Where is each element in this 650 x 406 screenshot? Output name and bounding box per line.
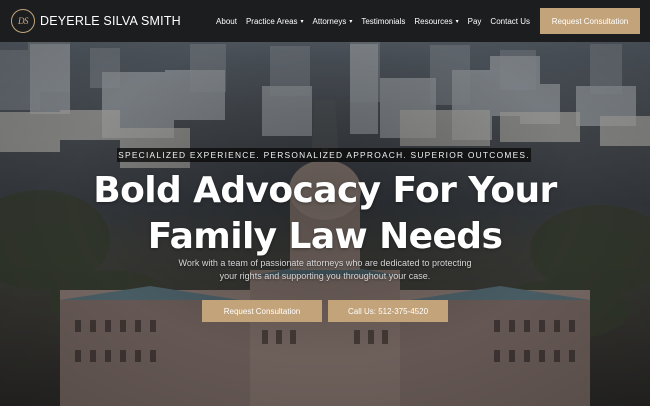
nav-item-label: Resources — [414, 16, 453, 26]
chevron-down-icon: ▾ — [455, 18, 459, 25]
hero-headline: Bold Advocacy For Your Family Law Needs — [40, 168, 610, 260]
nav-item-practice-areas[interactable]: Practice Areas ▾ — [246, 17, 304, 26]
logo-monogram-icon: DS — [11, 9, 35, 33]
nav-item-label: Attorneys — [312, 16, 347, 26]
logo-monogram-text: DS — [18, 16, 29, 26]
hero-call-us-button[interactable]: Call Us: 512-375-4520 — [328, 300, 448, 322]
nav-item-testimonials[interactable]: Testimonials — [361, 17, 405, 26]
nav-item-label: Practice Areas — [245, 16, 298, 26]
nav-item-pay[interactable]: Pay — [468, 17, 482, 26]
site-header: DS DEYERLE SILVA SMITH About Practice Ar… — [0, 0, 650, 42]
nav-item-about[interactable]: About — [216, 17, 237, 26]
nav-item-label: Pay — [467, 16, 482, 26]
nav-item-label: Contact Us — [490, 16, 530, 26]
nav-item-attorneys[interactable]: Attorneys ▾ — [313, 17, 353, 26]
nav-item-contact-us[interactable]: Contact Us — [490, 17, 530, 26]
main-nav: About Practice Areas ▾ Attorneys ▾ Testi… — [207, 8, 640, 34]
nav-item-resources[interactable]: Resources ▾ — [414, 17, 458, 26]
nav-item-label: About — [216, 16, 237, 26]
hero-tagline: SPECIALIZED EXPERIENCE. PERSONALIZED APP… — [117, 148, 531, 162]
site-logo[interactable]: DS DEYERLE SILVA SMITH — [11, 9, 181, 33]
hero-subtext: Work with a team of passionate attorneys… — [150, 257, 500, 283]
hero-subtext-line-2: your rights and supporting you throughou… — [219, 271, 431, 281]
chevron-down-icon: ▾ — [349, 18, 353, 25]
hero-request-consultation-button[interactable]: Request Consultation — [202, 300, 322, 322]
header-request-consultation-button[interactable]: Request Consultation — [540, 8, 640, 34]
nav-item-label: Testimonials — [361, 16, 406, 26]
logo-wordmark: DEYERLE SILVA SMITH — [40, 14, 181, 28]
hero-headline-line-2: Family Law Needs — [147, 216, 503, 257]
hero-subtext-line-1: Work with a team of passionate attorneys… — [178, 258, 472, 268]
hero-headline-line-1: Bold Advocacy For Your — [93, 170, 557, 211]
chevron-down-icon: ▾ — [300, 18, 304, 25]
